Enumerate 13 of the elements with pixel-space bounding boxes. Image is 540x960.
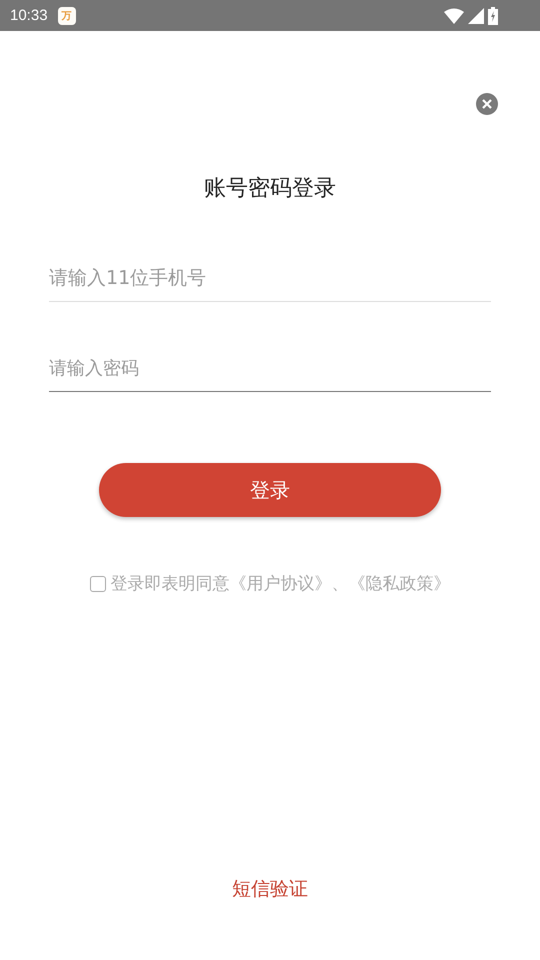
agreement-text: 登录即表明同意《用户协议》、《隐私政策》	[110, 573, 450, 595]
battery-charging-icon	[488, 6, 498, 24]
password-field[interactable]: 请输入密码	[49, 344, 491, 392]
sms-verification-link[interactable]: 短信验证	[232, 876, 308, 902]
login-button[interactable]: 登录	[99, 463, 441, 517]
phone-field[interactable]: 请输入11位手机号	[49, 253, 491, 302]
signal-icon	[468, 8, 484, 24]
page-title: 账号密码登录	[204, 175, 336, 203]
status-time: 10:33	[10, 7, 48, 24]
close-icon[interactable]	[476, 93, 498, 115]
agreement-checkbox[interactable]	[90, 576, 106, 592]
app-notification-icon: 万	[58, 6, 76, 24]
wifi-icon	[444, 8, 464, 24]
